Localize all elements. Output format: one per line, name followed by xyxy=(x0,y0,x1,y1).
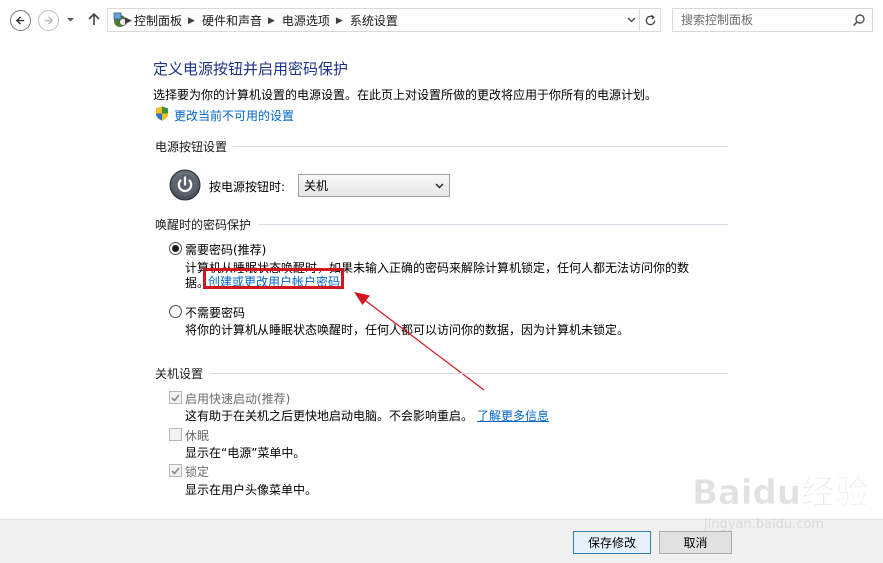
no-password-radio[interactable] xyxy=(169,305,182,318)
chevron-right-icon: ▶ xyxy=(125,14,132,25)
refresh-icon xyxy=(645,14,656,25)
chevron-right-icon[interactable]: ▶ xyxy=(336,15,343,26)
fast-startup-checkbox[interactable] xyxy=(169,391,182,404)
recent-locations-dropdown-icon[interactable] xyxy=(66,15,75,24)
lock-checkbox[interactable] xyxy=(169,464,182,477)
navigation-bar: ▶ 控制面板 ▶ 硬件和声音 ▶ 电源选项 ▶ 系统设置 xyxy=(0,0,883,40)
require-password-radio[interactable] xyxy=(169,242,182,255)
section-heading-shutdown: 关机设置 xyxy=(155,367,204,381)
change-unavailable-settings-link[interactable]: 更改当前不可用的设置 xyxy=(174,107,294,124)
fast-startup-desc-text: 这有助于在关机之后更快地启动电脑。不会影响重启。 xyxy=(185,409,474,423)
svg-text:Baidu经验: Baidu经验 xyxy=(692,473,869,513)
hibernate-description: 显示在“电源”菜单中。 xyxy=(185,446,306,460)
search-input[interactable] xyxy=(673,9,848,31)
section-divider xyxy=(259,224,728,225)
learn-more-link[interactable]: 了解更多信息 xyxy=(477,409,549,423)
section-heading-power-button: 电源按钮设置 xyxy=(155,140,228,154)
baidu-watermark-logo: Baidu经验 jingyan.baidu.com xyxy=(692,473,870,532)
breadcrumb: ▶ 控制面板 ▶ 硬件和声音 ▶ 电源选项 ▶ 系统设置 xyxy=(125,9,398,31)
no-password-label[interactable]: 不需要密码 xyxy=(185,304,245,321)
address-box[interactable]: ▶ 控制面板 ▶ 硬件和声音 ▶ 电源选项 ▶ 系统设置 xyxy=(107,8,661,32)
breadcrumb-item-hardware-sound[interactable]: 硬件和声音 xyxy=(202,12,262,29)
lock-label: 锁定 xyxy=(185,465,210,479)
power-button-action-value: 关机 xyxy=(304,179,329,193)
up-arrow-icon[interactable] xyxy=(86,11,102,27)
lock-description: 显示在用户头像菜单中。 xyxy=(185,483,318,497)
fast-startup-description: 这有助于在关机之后更快地启动电脑。不会影响重启。 了解更多信息 xyxy=(185,407,549,424)
page-title: 定义电源按钮并启用密码保护 xyxy=(153,60,349,78)
back-button[interactable] xyxy=(10,10,31,31)
address-history-dropdown[interactable] xyxy=(623,9,639,31)
arrow-left-icon xyxy=(15,16,25,25)
checkmark-icon xyxy=(171,466,180,475)
refresh-button[interactable] xyxy=(639,9,661,31)
search-box[interactable] xyxy=(672,8,873,32)
hibernate-label: 休眠 xyxy=(185,429,210,443)
checkmark-icon xyxy=(171,393,180,402)
svg-text:jingyan.baidu.com: jingyan.baidu.com xyxy=(703,517,824,532)
breadcrumb-item-control-panel[interactable]: 控制面板 xyxy=(134,12,182,29)
fast-startup-label: 启用快速启动(推荐) xyxy=(185,392,291,406)
chevron-right-icon[interactable]: ▶ xyxy=(268,15,275,26)
save-changes-button[interactable]: 保存修改 xyxy=(573,531,651,554)
search-icon[interactable] xyxy=(852,13,866,27)
breadcrumb-item-power-options[interactable]: 电源选项 xyxy=(282,12,330,29)
section-divider xyxy=(211,373,728,374)
chevron-down-icon xyxy=(435,183,444,189)
page-description: 选择要为你的计算机设置的电源设置。在此页上对设置所做的更改将应用于你所有的电源计… xyxy=(153,88,658,102)
breadcrumb-item-system-settings[interactable]: 系统设置 xyxy=(350,12,398,29)
uac-shield-icon xyxy=(156,106,168,121)
hibernate-checkbox[interactable] xyxy=(169,428,182,441)
forward-button[interactable] xyxy=(38,10,59,31)
radio-selected-dot xyxy=(172,245,179,252)
power-button-icon xyxy=(169,169,201,201)
section-heading-wake-password: 唤醒时的密码保护 xyxy=(155,218,252,232)
annotation-arrow-icon xyxy=(354,292,485,391)
highlight-box xyxy=(203,268,344,289)
power-button-action-select[interactable]: 关机 xyxy=(298,174,450,197)
chevron-down-icon xyxy=(627,17,635,23)
chevron-right-icon[interactable]: ▶ xyxy=(188,15,195,26)
power-button-label: 按电源按钮时: xyxy=(209,180,286,194)
require-password-label[interactable]: 需要密码(推荐) xyxy=(185,241,266,258)
arrow-right-icon xyxy=(44,16,54,25)
section-divider xyxy=(233,146,728,147)
